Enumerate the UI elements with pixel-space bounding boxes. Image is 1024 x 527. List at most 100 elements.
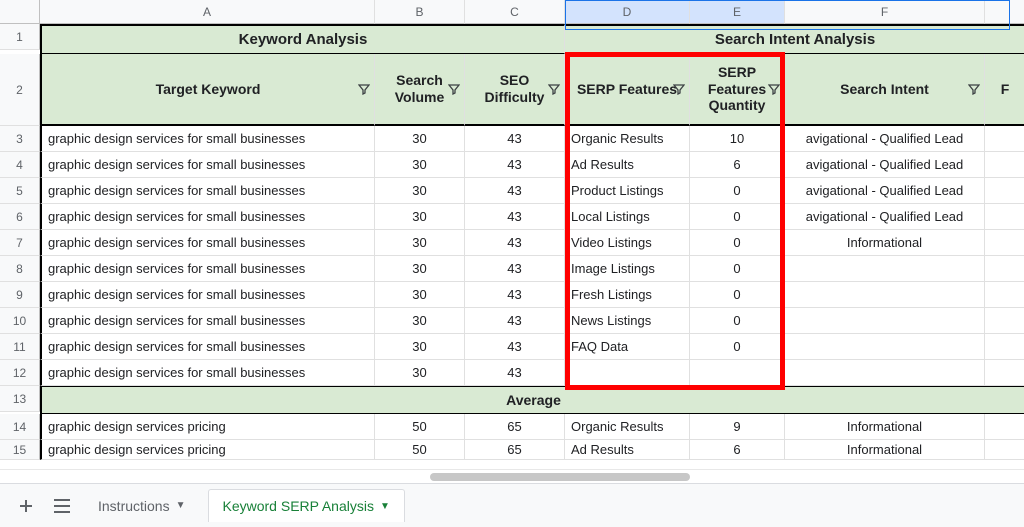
cell-serp-features[interactable]: FAQ Data (565, 334, 690, 360)
cell-target-keyword[interactable]: graphic design services for small busine… (40, 178, 375, 204)
cell-serp-features[interactable]: Organic Results (565, 126, 690, 152)
cell-search-intent[interactable]: avigational - Qualified Lead (785, 204, 985, 230)
cell-search-volume[interactable]: 30 (375, 360, 465, 386)
header-partial[interactable]: F (985, 54, 1024, 126)
cell-serp-features[interactable]: Local Listings (565, 204, 690, 230)
filter-icon[interactable] (673, 83, 685, 95)
cell-target-keyword[interactable]: graphic design services for small busine… (40, 360, 375, 386)
cell-serp-features[interactable]: Ad Results (565, 152, 690, 178)
cell-seo-difficulty[interactable]: 43 (465, 334, 565, 360)
row-header[interactable]: 13 (0, 386, 40, 412)
cell-seo-difficulty[interactable]: 43 (465, 360, 565, 386)
cell-search-intent[interactable] (785, 308, 985, 334)
cell-partial[interactable] (985, 178, 1024, 204)
cell-seo-difficulty[interactable]: 43 (465, 152, 565, 178)
cell-serp-features[interactable]: News Listings (565, 308, 690, 334)
cell-serp-qty[interactable]: 0 (690, 282, 785, 308)
row-header[interactable]: 8 (0, 256, 40, 282)
cell-serp-qty[interactable]: 0 (690, 256, 785, 282)
cell-seo-difficulty[interactable]: 43 (465, 282, 565, 308)
cell-search-volume[interactable]: 30 (375, 152, 465, 178)
row-header[interactable]: 2 (0, 54, 40, 126)
cell-search-volume[interactable]: 30 (375, 334, 465, 360)
column-header[interactable]: B (375, 0, 465, 24)
tab-instructions[interactable]: Instructions ▼ (84, 490, 200, 522)
cell-seo-difficulty[interactable]: 43 (465, 308, 565, 334)
cell-target-keyword[interactable]: graphic design services for small busine… (40, 282, 375, 308)
all-sheets-button[interactable] (48, 492, 76, 520)
filter-icon[interactable] (448, 83, 460, 95)
cell-search-volume[interactable]: 30 (375, 282, 465, 308)
cell-target-keyword[interactable]: graphic design services for small busine… (40, 152, 375, 178)
cell-target-keyword[interactable]: graphic design services for small busine… (40, 256, 375, 282)
corner-cell[interactable] (0, 0, 40, 24)
cell-search-intent[interactable]: Informational (785, 230, 985, 256)
row-header[interactable]: 1 (0, 24, 40, 50)
cell-partial[interactable] (985, 308, 1024, 334)
cell-search-intent[interactable]: Informational (785, 414, 985, 440)
cell-target-keyword[interactable]: graphic design services for small busine… (40, 308, 375, 334)
header-target-keyword[interactable]: Target Keyword (40, 54, 375, 126)
row-header[interactable]: 5 (0, 178, 40, 204)
cell-target-keyword[interactable]: graphic design services for small busine… (40, 334, 375, 360)
row-header[interactable]: 4 (0, 152, 40, 178)
cell-serp-features[interactable]: Organic Results (565, 414, 690, 440)
cell-search-volume[interactable]: 30 (375, 126, 465, 152)
tab-keyword-serp-analysis[interactable]: Keyword SERP Analysis ▼ (208, 489, 405, 522)
cell-partial[interactable] (985, 414, 1024, 440)
cell-serp-features[interactable]: Image Listings (565, 256, 690, 282)
cell-serp-qty[interactable]: 10 (690, 126, 785, 152)
cell-search-volume[interactable]: 30 (375, 204, 465, 230)
filter-icon[interactable] (358, 83, 370, 95)
cell-serp-features[interactable]: Ad Results (565, 440, 690, 460)
cell-serp-qty[interactable]: 0 (690, 334, 785, 360)
header-serp-features[interactable]: SERP Features (565, 54, 690, 126)
cell-partial[interactable] (985, 360, 1024, 386)
cell-seo-difficulty[interactable]: 43 (465, 204, 565, 230)
header-serp-features-qty[interactable]: SERP Features Quantity (690, 54, 785, 126)
column-header[interactable]: A (40, 0, 375, 24)
header-search-intent[interactable]: Search Intent (785, 54, 985, 126)
header-seo-difficulty[interactable]: SEO Difficulty (465, 54, 565, 126)
row-header[interactable]: 14 (0, 414, 40, 440)
cell-target-keyword[interactable]: graphic design services for small busine… (40, 126, 375, 152)
cell-partial[interactable] (985, 334, 1024, 360)
cell-search-intent[interactable] (785, 282, 985, 308)
cell-search-volume[interactable]: 30 (375, 230, 465, 256)
cell-seo-difficulty[interactable]: 43 (465, 256, 565, 282)
cell-partial[interactable] (985, 282, 1024, 308)
cell-search-intent[interactable] (785, 256, 985, 282)
filter-icon[interactable] (968, 83, 980, 95)
cell-search-volume[interactable]: 50 (375, 414, 465, 440)
header-search-volume[interactable]: Search Volume (375, 54, 465, 126)
cell-seo-difficulty[interactable]: 43 (465, 126, 565, 152)
cell-seo-difficulty[interactable]: 65 (465, 440, 565, 460)
cell-serp-qty[interactable]: 6 (690, 152, 785, 178)
filter-icon[interactable] (548, 83, 560, 95)
cell-search-volume[interactable]: 50 (375, 440, 465, 460)
row-header[interactable]: 11 (0, 334, 40, 360)
cell-seo-difficulty[interactable]: 65 (465, 414, 565, 440)
cell-seo-difficulty[interactable]: 43 (465, 178, 565, 204)
cell-serp-qty[interactable]: 9 (690, 414, 785, 440)
column-header[interactable]: C (465, 0, 565, 24)
cell-serp-qty[interactable] (690, 360, 785, 386)
cell-serp-features[interactable] (565, 360, 690, 386)
cell-search-intent[interactable]: avigational - Qualified Lead (785, 178, 985, 204)
row-header[interactable]: 7 (0, 230, 40, 256)
cell-serp-features[interactable]: Video Listings (565, 230, 690, 256)
cell-search-intent[interactable]: avigational - Qualified Lead (785, 126, 985, 152)
cell-serp-features[interactable]: Fresh Listings (565, 282, 690, 308)
cell-serp-qty[interactable]: 6 (690, 440, 785, 460)
row-header[interactable]: 10 (0, 308, 40, 334)
cell-serp-features[interactable]: Product Listings (565, 178, 690, 204)
cell-partial[interactable] (985, 152, 1024, 178)
row-header[interactable]: 3 (0, 126, 40, 152)
cell-search-volume[interactable]: 30 (375, 178, 465, 204)
filter-icon[interactable] (768, 83, 780, 95)
cell-partial[interactable] (985, 204, 1024, 230)
cell-partial[interactable] (985, 440, 1024, 460)
cell-search-intent[interactable] (785, 334, 985, 360)
cell-serp-qty[interactable]: 0 (690, 204, 785, 230)
cell-search-intent[interactable] (785, 360, 985, 386)
